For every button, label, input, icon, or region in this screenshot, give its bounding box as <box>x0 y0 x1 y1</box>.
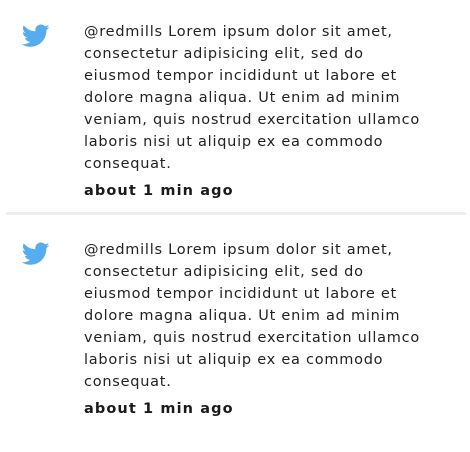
tweet-text: @redmills Lorem ipsum dolor sit amet, co… <box>84 24 420 172</box>
tweet-feed: @redmills Lorem ipsum dolor sit amet, co… <box>0 0 470 436</box>
divider <box>6 212 466 215</box>
twitter-bird-icon <box>22 242 50 266</box>
tweet-item: @redmills Lorem ipsum dolor sit amet, co… <box>0 0 470 218</box>
tweet-body: @redmills Lorem ipsum dolor sit amet, co… <box>84 21 468 199</box>
tweet-text: @redmills Lorem ipsum dolor sit amet, co… <box>84 242 420 390</box>
tweet-item: @redmills Lorem ipsum dolor sit amet, co… <box>0 218 470 436</box>
tweet-body: @redmills Lorem ipsum dolor sit amet, co… <box>84 239 468 417</box>
twitter-bird-icon <box>22 24 50 48</box>
tweet-timestamp[interactable]: about 1 min ago <box>84 183 468 199</box>
tweet-timestamp[interactable]: about 1 min ago <box>84 401 468 417</box>
